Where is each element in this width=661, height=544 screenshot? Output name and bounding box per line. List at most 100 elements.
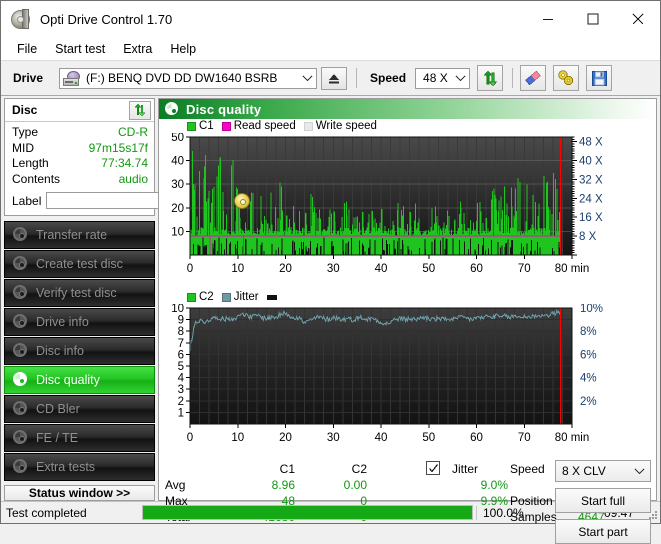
sidebar-item-label: FE / TE [36, 431, 79, 445]
legend-item-write-speed: Write speed [303, 120, 377, 132]
settings-plug-button[interactable] [553, 65, 580, 91]
disc-type-label: Type [12, 125, 39, 139]
svg-text:4%: 4% [580, 373, 597, 385]
disc-refresh-button[interactable] [129, 100, 151, 120]
results-col-c2: C2 [351, 462, 367, 476]
disc-label-caption: Label [12, 193, 42, 208]
disc-icon [13, 227, 29, 243]
window-title: Opti Drive Control 1.70 [40, 11, 173, 27]
erase-button[interactable] [520, 65, 547, 91]
disc-icon [13, 314, 29, 330]
legend-swatch-read-speed [221, 121, 231, 131]
svg-text:50: 50 [171, 133, 184, 144]
sidebar-item-drive-info[interactable]: Drive info [4, 308, 155, 336]
start-full-button[interactable]: Start full [555, 488, 651, 513]
sidebar-item-verify-test-disc[interactable]: Verify test disc [4, 279, 155, 307]
eject-button[interactable] [321, 66, 348, 90]
sidebar-item-label: Transfer rate [36, 228, 108, 242]
maximize-icon[interactable] [570, 1, 615, 37]
legend-item-c1: C1 [187, 120, 214, 132]
sidebar-item-disc-info[interactable]: Disc info [4, 337, 155, 365]
svg-text:80 min: 80 min [555, 263, 590, 275]
charts-area: C1 Read speed Write speed 10 20 30 40 50 8 X1… [159, 119, 656, 457]
svg-text:16 X: 16 X [579, 212, 603, 224]
refresh-button[interactable] [477, 65, 504, 91]
refresh-icon [483, 70, 497, 86]
svg-text:10: 10 [231, 432, 244, 444]
sidebar-item-label: Extra tests [36, 460, 96, 474]
legend-label-c2: C2 [199, 291, 214, 303]
menu-item-file[interactable]: File [8, 40, 46, 58]
save-button[interactable] [586, 65, 613, 91]
legend-item-c2: C2 [187, 291, 214, 303]
svg-text:70: 70 [518, 432, 531, 444]
legend-swatch-c2 [187, 292, 196, 302]
speed-select[interactable]: 48 X [415, 67, 471, 89]
menu-item-help[interactable]: Help [161, 40, 205, 58]
c2-jitter-chart: 123456789102%4%6%8%10%0 10 20 30 40 50 60 70 80 … [171, 303, 603, 444]
sidebar-item-cd-bler[interactable]: CD Bler [4, 395, 155, 423]
disc-row-mid: MID 97m15s17f [12, 141, 148, 157]
sidebar-item-transfer-rate[interactable]: Transfer rate [4, 221, 155, 249]
disc-icon [13, 459, 29, 475]
toolbar-separator-1 [356, 68, 358, 88]
sidebar-item-label: Disc info [36, 344, 84, 358]
disc-icon [13, 430, 29, 446]
svg-text:4: 4 [178, 373, 185, 385]
sidebar-item-label: Verify test disc [36, 286, 117, 300]
svg-text:10: 10 [171, 304, 184, 315]
sidebar: Disc Type CD-R MID 97m15s17f Length 77:3… [1, 96, 252, 501]
disc-icon [13, 285, 29, 301]
svg-text:10%: 10% [580, 304, 603, 315]
c1-chart-legend: C1 Read speed Write speed [159, 119, 656, 133]
svg-text:40 X: 40 X [579, 156, 603, 168]
legend-item-read-speed: Read speed [221, 120, 296, 132]
sidebar-item-disc-quality[interactable]: Disc quality [4, 366, 155, 394]
menu-item-start-test[interactable]: Start test [46, 40, 114, 58]
drive-label: Drive [13, 71, 44, 85]
progress-bar [142, 505, 473, 520]
minimize-icon[interactable] [525, 1, 570, 37]
chevron-down-icon [634, 467, 650, 475]
disc-info-panel: Disc Type CD-R MID 97m15s17f Length 77:3… [4, 98, 252, 216]
disc-contents-value: audio [118, 171, 148, 186]
jitter-label: Jitter [452, 462, 479, 476]
speed-label: Speed [370, 71, 407, 85]
drive-select[interactable]: (F:) BENQ DVD DD DW1640 BSRB [59, 67, 318, 89]
navigation-list: Transfer rate Create test disc Verify te… [4, 221, 155, 481]
start-part-button[interactable]: Start part [555, 519, 651, 544]
status-message: Test completed [6, 505, 87, 520]
legend-drag-handle[interactable] [266, 294, 280, 300]
svg-text:40: 40 [375, 432, 388, 444]
test-controls: 8 X CLV Start full Start part [555, 460, 651, 544]
legend-label-read-speed: Read speed [233, 120, 296, 132]
plug-icon [558, 70, 574, 86]
sidebar-item-fe-te[interactable]: FE / TE [4, 424, 155, 452]
svg-text:32 X: 32 X [579, 174, 603, 186]
results-col-c1: C1 [279, 462, 295, 476]
menu-item-extra[interactable]: Extra [114, 40, 161, 58]
svg-text:30: 30 [327, 263, 340, 275]
sidebar-item-extra-tests[interactable]: Extra tests [4, 453, 155, 481]
window-controls [525, 1, 660, 37]
legend-label-c1: C1 [199, 120, 214, 132]
sidebar-item-label: CD Bler [36, 402, 80, 416]
disc-length-label: Length [12, 156, 49, 170]
speed-select-value: 48 X [423, 71, 448, 85]
clv-select[interactable]: 8 X CLV [555, 460, 651, 482]
svg-text:24 X: 24 X [579, 193, 603, 205]
svg-text:8: 8 [178, 326, 184, 338]
svg-text:60: 60 [470, 263, 483, 275]
panel-title: Disc quality [186, 101, 262, 117]
chevron-down-icon [452, 74, 469, 82]
jitter-checkbox-cell[interactable] [421, 461, 445, 477]
svg-text:0: 0 [187, 263, 193, 275]
jitter-checkbox[interactable] [426, 461, 440, 476]
disc-icon [13, 401, 29, 417]
status-window-button[interactable]: Status window >> [4, 485, 155, 501]
close-icon[interactable] [615, 1, 660, 37]
svg-text:20: 20 [279, 432, 292, 444]
sidebar-item-label: Create test disc [36, 257, 123, 271]
sidebar-item-create-test-disc[interactable]: Create test disc [4, 250, 155, 278]
resize-grip[interactable] [644, 506, 658, 520]
